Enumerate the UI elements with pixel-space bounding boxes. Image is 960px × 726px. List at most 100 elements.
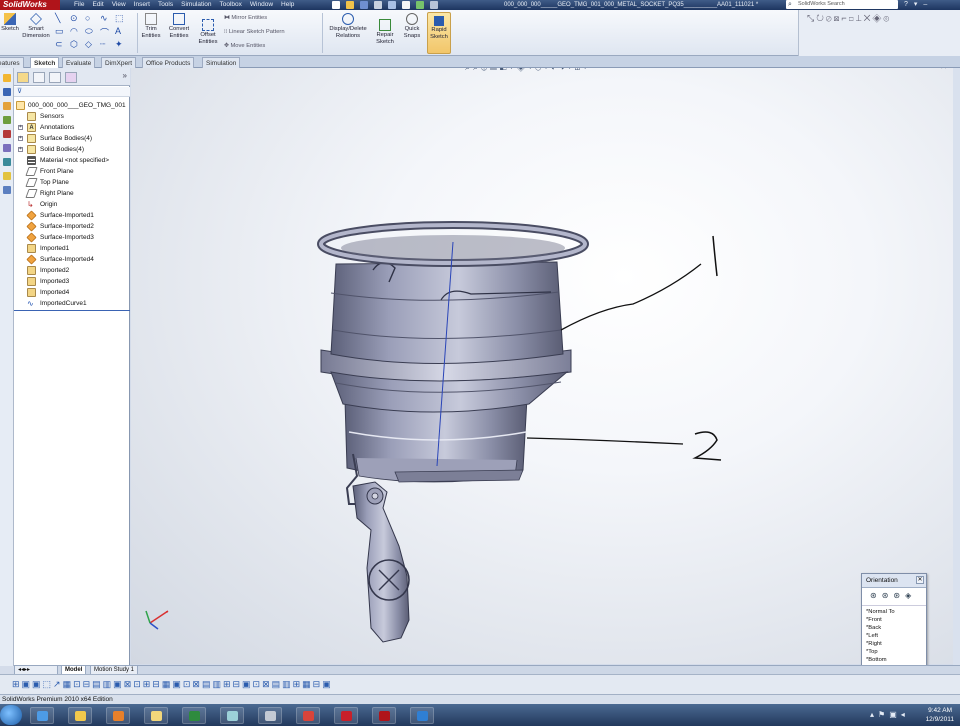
new-document-icon[interactable] — [332, 1, 340, 9]
clock-time[interactable]: 9:42 AM — [928, 707, 952, 714]
text-icon[interactable]: A — [115, 26, 130, 39]
menu-help[interactable]: Help — [281, 0, 294, 10]
tray-icons[interactable]: ▴⚑▣◂ — [870, 710, 909, 719]
dimxpert-manager-tab[interactable] — [65, 72, 77, 83]
tab-evaluate[interactable]: Evaluate — [62, 57, 96, 68]
calculator-taskbar-button[interactable] — [258, 707, 282, 724]
rectangle-icon[interactable]: ▭ — [55, 26, 70, 39]
sketch-button[interactable]: Sketch — [0, 13, 20, 33]
select-icon[interactable] — [402, 1, 410, 9]
spline-icon[interactable]: ∿ — [100, 13, 115, 26]
tab-office-products[interactable]: Office Products — [142, 57, 195, 68]
orientation-view-item[interactable]: *Top — [866, 648, 922, 656]
menu-file[interactable]: File — [74, 0, 84, 10]
orientation-view-item[interactable]: *Front — [866, 616, 922, 624]
fillet-icon[interactable]: ⌒ — [100, 26, 115, 39]
ie-second-taskbar-button[interactable] — [410, 707, 434, 724]
orientation-view-item[interactable]: *Bottom — [866, 656, 922, 664]
measure-tool-icon[interactable] — [2, 186, 11, 194]
graphics-area[interactable]: 1 2 ⌕⌕⊕▤◧▾◈▾⊙▾◐◑▾⊞▾ –▫✕ x — [131, 68, 953, 664]
relations-tool-icon[interactable] — [2, 102, 11, 110]
undo-icon[interactable] — [388, 1, 396, 9]
rapid-sketch-button[interactable]: Rapid Sketch — [427, 12, 451, 54]
solidworks-taskbar-button[interactable] — [372, 707, 396, 724]
centerline-icon[interactable]: ┈ — [100, 39, 115, 52]
linear-pattern-button[interactable]: ⁞⁞ Linear Sketch Pattern — [224, 29, 285, 35]
tab-sketch[interactable]: Sketch — [30, 57, 60, 68]
menu-tools[interactable]: Tools — [158, 0, 173, 10]
display-delete-relations-button[interactable]: Display/Delete Relations — [325, 13, 371, 39]
sketch-tool-icon[interactable] — [2, 74, 11, 82]
constraint-tool-icon[interactable] — [2, 116, 11, 124]
socket-latch-tab[interactable] — [352, 481, 410, 643]
options-icon[interactable] — [430, 1, 438, 9]
line-icon[interactable]: ╲ — [55, 13, 70, 26]
model-canvas[interactable]: 1 2 — [131, 68, 953, 664]
media-player-taskbar-button[interactable] — [106, 707, 130, 724]
configuration-manager-tab[interactable] — [49, 72, 61, 83]
polygon-icon[interactable]: ⬡ — [70, 39, 85, 52]
view-tool-icon[interactable] — [2, 88, 11, 96]
sketch-toolbar-icons[interactable]: ⊞▣▣⬚↗▦⊡⊟▤▥▣⊠⊡⊞⊟▦▣⊡⊠▤▥⊞⊟▣⊡⊠▤▥⊞▦⊟▣ — [12, 679, 333, 690]
heads-up-view-toolbar[interactable]: ⌕⌕⊕▤◧▾◈▾⊙▾◐◑▾⊞▾ — [465, 68, 590, 73]
clock-date[interactable]: 12/9/2011 — [926, 716, 954, 723]
socket-upper-body[interactable] — [330, 261, 564, 364]
orientation-icon-row[interactable]: ⊛⊛⊛◈ — [862, 588, 926, 606]
dot-icon[interactable]: ✦ — [115, 39, 130, 52]
paint-taskbar-button[interactable] — [296, 707, 320, 724]
convert-entities-button[interactable]: Convert Entities — [165, 13, 193, 39]
ellipse-icon[interactable]: ⬭ — [85, 26, 100, 39]
offset-entities-button[interactable]: Offset Entities — [195, 19, 221, 45]
menu-insert[interactable]: Insert — [134, 0, 150, 10]
orientation-view-item[interactable]: *Right — [866, 640, 922, 648]
start-button[interactable] — [0, 705, 22, 725]
tab-dimxpert[interactable]: DimXpert — [101, 57, 137, 68]
orientation-view-item[interactable]: *Normal To — [866, 608, 922, 616]
snap-tool-icon[interactable] — [2, 144, 11, 152]
repair-sketch-button[interactable]: Repair Sketch — [372, 19, 398, 45]
quick-snaps-button[interactable]: Quick Snaps — [400, 13, 424, 39]
viewport-window-controls[interactable]: –▫✕ — [925, 68, 951, 71]
move-entities-button[interactable]: ✥ Move Entities — [224, 43, 265, 49]
filter-tool-icon[interactable] — [2, 130, 11, 138]
feature-tree-tab[interactable] — [17, 72, 29, 83]
menu-toolbox[interactable]: Toolbox — [219, 0, 241, 10]
window-taskbar-button[interactable] — [220, 707, 244, 724]
search-input[interactable]: ⌕ SolidWorks Search — [786, 0, 898, 9]
plane-icon[interactable]: ◇ — [85, 39, 100, 52]
rebuild-icon[interactable] — [416, 1, 424, 9]
mirror-entities-button[interactable]: ⧓ Mirror Entities — [224, 15, 267, 21]
construction-icon[interactable]: ⬚ — [115, 13, 130, 26]
display-tool-icon[interactable] — [2, 158, 11, 166]
circle-icon[interactable]: ○ — [85, 13, 100, 26]
menu-edit[interactable]: Edit — [92, 0, 103, 10]
slot-icon[interactable]: ⊂ — [55, 39, 70, 52]
arc-icon[interactable]: ◠ — [70, 26, 85, 39]
window-controls[interactable]: ?▾– — [904, 0, 933, 10]
print-icon[interactable] — [374, 1, 382, 9]
smart-dimension-button[interactable]: Smart Dimension — [20, 13, 52, 39]
save-icon[interactable] — [360, 1, 368, 9]
acrobat-taskbar-button[interactable] — [334, 707, 358, 724]
filter-row[interactable]: ⊽ — [14, 87, 130, 97]
expand-icon[interactable]: + — [18, 125, 23, 130]
expand-icon[interactable]: + — [18, 147, 23, 152]
expand-icon[interactable]: + — [18, 136, 23, 141]
explorer-taskbar-button[interactable] — [68, 707, 92, 724]
rollback-bar[interactable] — [14, 310, 130, 311]
ie-taskbar-button[interactable] — [30, 707, 54, 724]
open-icon[interactable] — [346, 1, 354, 9]
point-icon[interactable]: ⊙ — [70, 13, 85, 26]
tab-simulation[interactable]: Simulation — [202, 57, 241, 68]
excel-taskbar-button[interactable] — [182, 707, 206, 724]
grid-tool-icon[interactable] — [2, 172, 11, 180]
app-taskbar-button[interactable] — [144, 707, 168, 724]
menu-view[interactable]: View — [112, 0, 126, 10]
view-tool-icons[interactable]: ⤡↻⊘⊠⌐◻⊥✕◈⊚ — [807, 13, 891, 24]
solidworks-logo[interactable]: SolidWorks — [0, 0, 60, 10]
menu-simulation[interactable]: Simulation — [181, 0, 211, 10]
menu-window[interactable]: Window — [250, 0, 273, 10]
orientation-view-item[interactable]: *Left — [866, 632, 922, 640]
orientation-view-item[interactable]: *Back — [866, 624, 922, 632]
tab-features[interactable]: Features — [0, 57, 24, 68]
